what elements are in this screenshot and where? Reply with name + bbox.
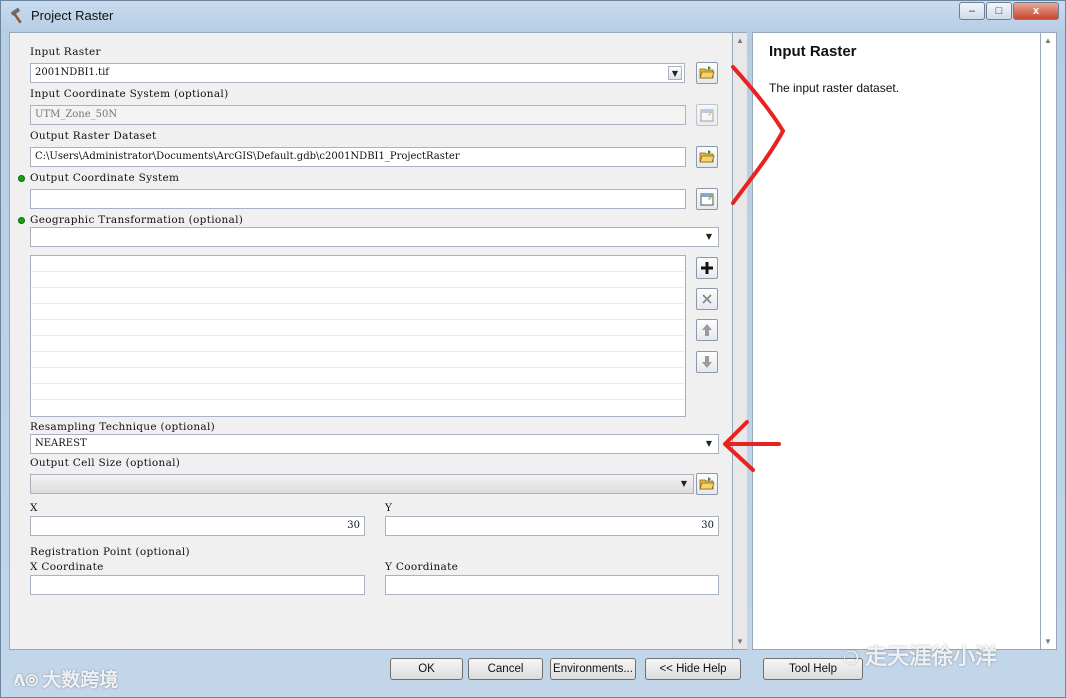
output-cs-properties-button[interactable] [696,188,718,210]
required-indicator-icon [18,217,25,224]
required-indicator-icon [18,175,25,182]
output-cs-label: Output Coordinate System [30,172,180,184]
hide-help-button[interactable]: << Hide Help [645,658,741,680]
scroll-up-icon[interactable]: ▲ [1043,36,1053,45]
list-item[interactable] [31,368,685,384]
registration-x-input[interactable] [30,575,365,595]
output-raster-field[interactable]: C:\Users\Administrator\Documents\ArcGIS\… [30,147,686,167]
cancel-button[interactable]: Cancel [468,658,543,680]
list-item[interactable] [31,352,685,368]
watermark-left: ᕕ⦾ 大数跨境 [13,670,119,691]
move-down-button[interactable] [696,351,718,373]
open-folder-icon [699,150,715,163]
hammer-icon [10,7,22,24]
geo-transform-combo[interactable]: ▼ [30,227,719,247]
output-raster-label: Output Raster Dataset [30,130,157,142]
cell-size-x-label: X [30,502,38,514]
plus-icon [701,262,713,274]
help-text: The input raster dataset. [769,81,900,95]
resampling-combo[interactable]: NEAREST ▼ [30,434,719,454]
registration-label: Registration Point (optional) [30,546,190,558]
input-raster-label: Input Raster [30,46,101,58]
cell-size-y-value: 30 [701,520,714,531]
window-title: Project Raster [31,8,114,23]
browse-output-raster-button[interactable] [696,146,718,168]
help-title: Input Raster [769,43,857,60]
arrow-up-icon [702,324,712,336]
scroll-down-icon[interactable]: ▼ [735,637,745,646]
cell-size-x-value: 30 [347,520,360,531]
list-item[interactable] [31,288,685,304]
project-raster-window: Project Raster – □ x Input Raster 2001ND… [0,0,1066,698]
browse-input-raster-button[interactable] [696,62,718,84]
registration-y-label: Y Coordinate [385,561,459,573]
resampling-label: Resampling Technique (optional) [30,421,216,433]
input-cs-properties-button [696,104,718,126]
maximize-button[interactable]: □ [986,2,1012,20]
wechat-logo-icon: ❍ [843,648,860,668]
registration-y-input[interactable] [385,575,719,595]
chevron-down-icon[interactable]: ▼ [702,230,716,244]
environments-button[interactable]: Environments... [550,658,636,680]
add-button[interactable] [696,257,718,279]
move-up-button[interactable] [696,319,718,341]
help-scrollbar[interactable]: ▲ ▼ [1041,32,1057,650]
resampling-value: NEAREST [35,438,87,449]
chevron-down-icon[interactable]: ▼ [677,477,691,491]
parameters-pane: Input Raster 2001NDBI1.tif ▼ Input Coord… [9,32,733,650]
chevron-down-icon[interactable]: ▼ [702,437,716,451]
output-raster-value: C:\Users\Administrator\Documents\ArcGIS\… [35,151,460,162]
cell-size-y-label: Y [385,502,393,514]
properties-icon [700,109,714,122]
input-raster-combo[interactable]: 2001NDBI1.tif ▼ [30,63,685,83]
list-item[interactable] [31,384,685,400]
list-item[interactable] [31,320,685,336]
input-cs-value: UTM_Zone_50N [35,109,118,120]
geo-transform-label: Geographic Transformation (optional) [30,214,244,226]
registration-x-label: X Coordinate [30,561,104,573]
open-folder-icon [699,477,715,490]
cell-size-label: Output Cell Size (optional) [30,457,181,469]
transformation-list[interactable] [30,255,686,417]
arrow-down-icon [702,356,712,368]
watermark-right: ❍ 走天涯徐小洋 [843,644,998,669]
watermark-logo-icon: ᕕ⦾ [13,673,39,690]
input-raster-value: 2001NDBI1.tif [35,67,109,78]
scroll-up-icon[interactable]: ▲ [735,36,745,45]
list-item[interactable] [31,336,685,352]
input-cs-field: UTM_Zone_50N [30,105,686,125]
cell-size-x-input[interactable]: 30 [30,516,365,536]
remove-button[interactable] [696,288,718,310]
close-icon [702,294,712,304]
list-item[interactable] [31,256,685,272]
browse-cell-size-button[interactable] [696,473,718,495]
cell-size-y-input[interactable]: 30 [385,516,719,536]
title-bar[interactable]: Project Raster – □ x [1,1,1065,31]
scroll-down-icon[interactable]: ▼ [1043,637,1053,646]
close-button[interactable]: x [1013,2,1059,20]
parameters-scrollbar[interactable]: ▲ ▼ [733,32,747,650]
open-folder-icon [699,66,715,79]
minimize-button[interactable]: – [959,2,985,20]
help-pane: Input Raster The input raster dataset. [752,32,1041,650]
chevron-down-icon[interactable]: ▼ [668,66,682,80]
ok-button[interactable]: OK [390,658,463,680]
cell-size-combo[interactable]: ▼ [30,474,694,494]
properties-icon [700,193,714,206]
output-cs-field[interactable] [30,189,686,209]
input-cs-label: Input Coordinate System (optional) [30,88,229,100]
list-item[interactable] [31,272,685,288]
list-item[interactable] [31,304,685,320]
